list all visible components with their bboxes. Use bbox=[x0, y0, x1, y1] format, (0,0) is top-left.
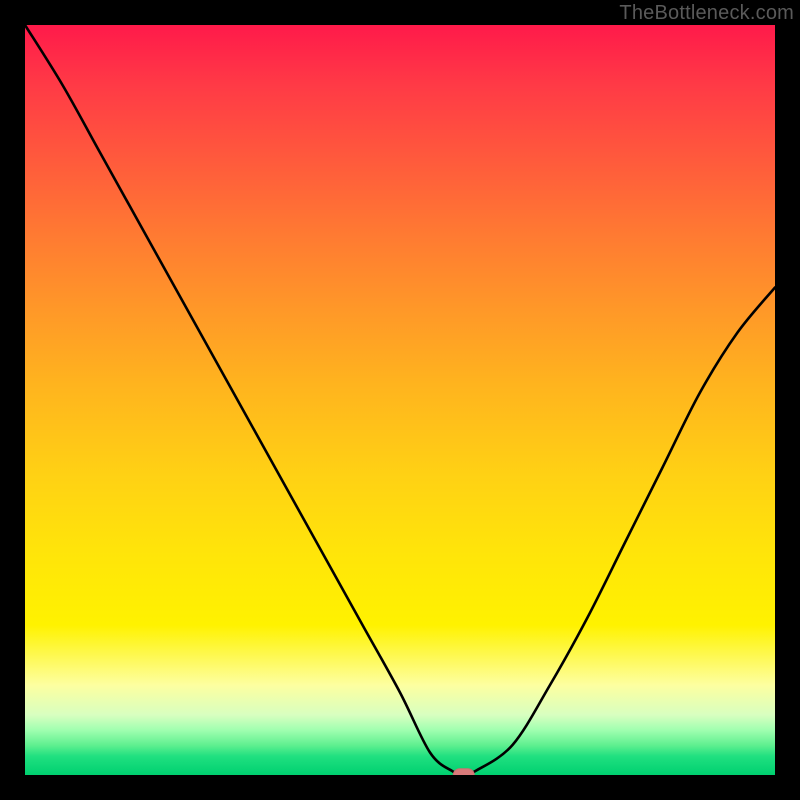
plot-area bbox=[25, 25, 775, 775]
minimum-marker bbox=[453, 768, 476, 775]
bottleneck-curve bbox=[25, 25, 775, 775]
watermark-text: TheBottleneck.com bbox=[619, 2, 794, 25]
chart-frame: TheBottleneck.com bbox=[0, 0, 800, 800]
